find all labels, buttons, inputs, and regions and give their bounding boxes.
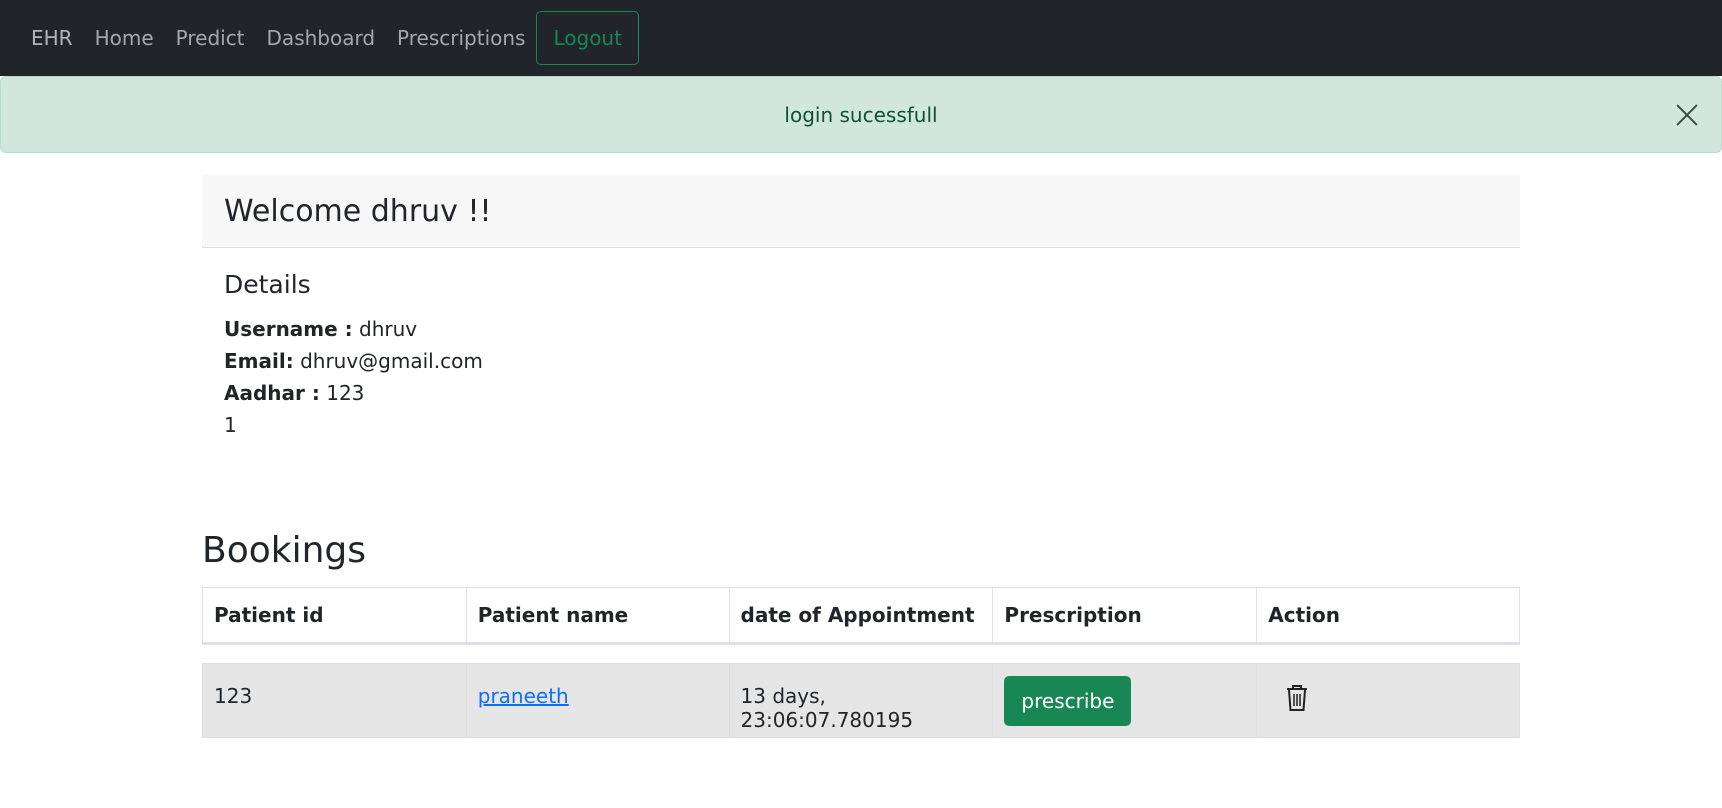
nav-item-home[interactable]: Home — [84, 28, 165, 48]
aadhar-row: Aadhar : 123 — [224, 377, 1498, 409]
details-title: Details — [224, 270, 311, 299]
email-value: dhruv@gmail.com — [300, 349, 483, 373]
welcome-title: Welcome dhruv !! — [224, 193, 492, 229]
alert-message: login sucessfull — [784, 102, 938, 127]
prescribe-button[interactable]: prescribe — [1004, 675, 1132, 726]
navbar: EHR Home Predict Dashboard Prescriptions… — [0, 0, 1722, 76]
cell-patient-name: praneeth — [465, 663, 730, 738]
nav-item-dashboard[interactable]: Dashboard — [256, 28, 387, 48]
username-value: dhruv — [359, 317, 418, 341]
logout-button[interactable]: Logout — [536, 11, 639, 65]
patient-name-link[interactable]: praneeth — [478, 684, 569, 708]
column-header-patient-name: Patient name — [465, 587, 730, 645]
bookings-table: Patient id Patient name date of Appointm… — [202, 587, 1520, 738]
card-header: Welcome dhruv !! — [202, 175, 1520, 248]
nav-item-prescriptions[interactable]: Prescriptions — [386, 28, 536, 48]
close-icon[interactable] — [1673, 101, 1701, 129]
column-header-prescription: Prescription — [992, 587, 1258, 645]
username-label: Username : — [224, 317, 353, 341]
nav-item-predict[interactable]: Predict — [165, 28, 256, 48]
email-label: Email: — [224, 349, 294, 373]
table-row: 123 praneeth 13 days, 23:06:07.780195 pr… — [202, 663, 1520, 738]
nav-brand[interactable]: EHR — [20, 28, 84, 48]
trash-icon[interactable] — [1285, 684, 1309, 712]
table-header-row: Patient id Patient name date of Appointm… — [202, 587, 1520, 645]
cell-action — [1256, 663, 1520, 738]
email-row: Email: dhruv@gmail.com — [224, 345, 1498, 377]
column-header-patient-id: Patient id — [202, 587, 467, 645]
username-row: Username : dhruv — [224, 313, 1498, 345]
bookings-title: Bookings — [202, 530, 367, 571]
cell-date: 13 days, 23:06:07.780195 — [728, 663, 994, 738]
extra-value: 1 — [224, 413, 237, 437]
column-header-date: date of Appointment — [728, 587, 994, 645]
cell-patient-id: 123 — [202, 663, 467, 738]
card-body: Details Username : dhruv Email: dhruv@gm… — [202, 248, 1520, 441]
profile-card: Welcome dhruv !! Details Username : dhru… — [202, 175, 1520, 441]
success-alert: login sucessfull — [0, 76, 1722, 153]
column-header-action: Action — [1256, 587, 1520, 645]
aadhar-label: Aadhar : — [224, 381, 320, 405]
aadhar-value: 123 — [326, 381, 365, 405]
cell-prescription: prescribe — [992, 663, 1258, 738]
